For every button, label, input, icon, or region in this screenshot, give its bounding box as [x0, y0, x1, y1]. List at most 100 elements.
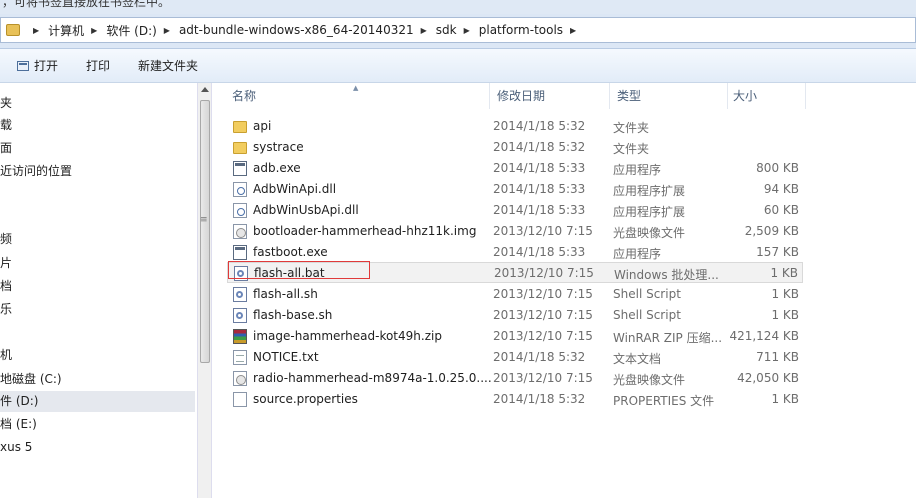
file-name: AdbWinUsbApi.dll	[253, 203, 359, 217]
shell-script-icon	[233, 287, 247, 302]
file-date: 2014/1/18 5:32	[493, 119, 586, 133]
file-type: 应用程序扩展	[613, 184, 686, 198]
breadcrumb-sdk[interactable]: sdk ▶	[436, 23, 479, 37]
file-type: 文件夹	[613, 121, 650, 135]
column-size[interactable]: 大小	[726, 83, 806, 109]
scrollbar-grip-icon: ≡	[200, 215, 208, 225]
nav-item-local-disk-c[interactable]: 地磁盘 (C:)	[0, 369, 195, 390]
file-size: 711 KB	[756, 350, 799, 364]
file-row-bootloader-img[interactable]: bootloader-hammerhead-hhz11k.img 2013/12…	[227, 221, 803, 242]
file-name: flash-all.sh	[253, 287, 318, 301]
chevron-right-icon[interactable]: ▶	[464, 26, 470, 35]
file-row-radio-img[interactable]: radio-hammerhead-m8974a-1.0.25.0.... 201…	[227, 368, 803, 389]
breadcrumb-adt-bundle[interactable]: adt-bundle-windows-x86_64-20140321 ▶	[179, 23, 436, 37]
file-row-adbwinusbapi-dll[interactable]: AdbWinUsbApi.dll 2014/1/18 5:33 应用程序扩展 6…	[227, 200, 803, 221]
command-bar: 打开 打印 新建文件夹	[0, 49, 916, 83]
file-row-image-zip[interactable]: image-hammerhead-kot49h.zip 2013/12/10 7…	[227, 326, 803, 347]
chevron-right-icon[interactable]: ▶	[421, 26, 427, 35]
nav-item-drive-d[interactable]: 件 (D:)	[0, 391, 195, 412]
file-row-fastboot-exe[interactable]: fastboot.exe 2014/1/18 5:33 应用程序 157 KB	[227, 242, 803, 263]
file-type: WinRAR ZIP 压缩...	[613, 331, 723, 345]
bookmark-hint-text: ，可将书签直接放在书签栏中。	[2, 0, 171, 9]
file-name: flash-base.sh	[253, 308, 333, 322]
file-row-systrace[interactable]: systrace 2014/1/18 5:32 文件夹	[227, 137, 803, 158]
file-type: 文本文档	[613, 352, 662, 366]
file-row-adbwinapi-dll[interactable]: AdbWinApi.dll 2014/1/18 5:33 应用程序扩展 94 K…	[227, 179, 803, 200]
highlight-box	[228, 261, 370, 279]
file-date: 2014/1/18 5:33	[493, 161, 586, 175]
file-name: fastboot.exe	[253, 245, 328, 259]
file-size: 60 KB	[763, 203, 799, 217]
disc-image-icon	[233, 371, 247, 386]
file-name: image-hammerhead-kot49h.zip	[253, 329, 442, 343]
file-row-source-properties[interactable]: source.properties 2014/1/18 5:32 PROPERT…	[227, 389, 803, 410]
nav-item-drive-e[interactable]: 档 (E:)	[0, 414, 195, 435]
file-date: 2013/12/10 7:15	[494, 266, 594, 280]
file-name: AdbWinApi.dll	[253, 182, 337, 196]
file-size: 94 KB	[763, 182, 799, 196]
file-row-adb-exe[interactable]: adb.exe 2014/1/18 5:33 应用程序 800 KB	[227, 158, 803, 179]
nav-item-recent-places[interactable]: 近访问的位置	[0, 161, 195, 182]
chevron-right-icon: ▶	[33, 25, 40, 35]
scrollbar-thumb[interactable]	[200, 100, 210, 363]
column-date-modified[interactable]: 修改日期	[490, 83, 610, 109]
file-name: systrace	[253, 140, 304, 154]
nav-item-music[interactable]: 乐	[0, 299, 195, 320]
exe-icon	[233, 161, 247, 176]
file-type: Windows 批处理...	[614, 268, 719, 282]
file-name: radio-hammerhead-m8974a-1.0.25.0....	[253, 371, 492, 385]
nav-item-documents[interactable]: 档	[0, 276, 195, 297]
chevron-right-icon[interactable]: ▶	[91, 26, 97, 35]
nav-item-nexus-5[interactable]: xus 5	[0, 437, 195, 458]
column-type[interactable]: 类型	[610, 83, 728, 109]
file-size: 157 KB	[756, 245, 799, 259]
nav-item-desktop[interactable]: 面	[0, 138, 195, 159]
column-header: 名称 ▲ 修改日期 类型 大小	[212, 83, 916, 109]
file-name: source.properties	[253, 392, 358, 406]
file-date: 2013/12/10 7:15	[493, 329, 593, 343]
file-date: 2014/1/18 5:33	[493, 182, 586, 196]
file-size: 1 KB	[770, 266, 798, 280]
address-bar-area: ▶ 计算机 ▶ 软件 (D:) ▶ adt-bundle-windows-x86_6…	[0, 14, 916, 49]
breadcrumb-platform-tools[interactable]: platform-tools ▶	[479, 23, 585, 37]
open-window-icon	[17, 60, 29, 71]
file-name: NOTICE.txt	[253, 350, 319, 364]
navigation-scrollbar[interactable]: ≡	[197, 83, 212, 498]
file-type: 光盘映像文件	[613, 226, 686, 240]
file-type: 应用程序扩展	[613, 205, 686, 219]
disc-image-icon	[233, 224, 247, 239]
nav-item-pictures[interactable]: 片	[0, 253, 195, 274]
file-size: 1 KB	[771, 392, 799, 406]
file-row-api[interactable]: api 2014/1/18 5:32 文件夹	[227, 116, 803, 137]
file-row-notice-txt[interactable]: NOTICE.txt 2014/1/18 5:32 文本文档 711 KB	[227, 347, 803, 368]
shell-script-icon	[233, 308, 247, 323]
file-date: 2014/1/18 5:32	[493, 392, 586, 406]
scroll-up-icon[interactable]	[201, 87, 209, 92]
nav-item-videos[interactable]: 频	[0, 229, 195, 250]
file-type: 应用程序	[613, 163, 662, 177]
winrar-zip-icon	[233, 329, 247, 344]
file-row-flash-base-sh[interactable]: flash-base.sh 2013/12/10 7:15 Shell Scri…	[227, 305, 803, 326]
file-icon	[233, 392, 247, 407]
file-type: 应用程序	[613, 247, 662, 261]
file-name: api	[253, 119, 272, 133]
folder-icon	[233, 142, 247, 154]
file-size: 42,050 KB	[737, 371, 799, 385]
chevron-right-icon[interactable]: ▶	[164, 26, 170, 35]
exe-icon	[233, 245, 247, 260]
file-row-flash-all-sh[interactable]: flash-all.sh 2013/12/10 7:15 Shell Scrip…	[227, 284, 803, 305]
breadcrumb-computer[interactable]: 计算机 ▶	[48, 22, 106, 39]
folder-icon	[6, 24, 20, 36]
print-button[interactable]: 打印	[77, 49, 119, 82]
breadcrumb-root-arrow[interactable]: ▶	[26, 26, 48, 35]
nav-item-favorites[interactable]: 夹	[0, 93, 195, 114]
chevron-right-icon[interactable]: ▶	[570, 26, 576, 35]
file-type: 光盘映像文件	[613, 373, 686, 387]
nav-item-computer[interactable]: 机	[0, 345, 195, 366]
new-folder-button[interactable]: 新建文件夹	[129, 49, 207, 82]
breadcrumb-drive-d[interactable]: 软件 (D:) ▶	[106, 22, 179, 39]
nav-item-downloads[interactable]: 载	[0, 115, 195, 136]
open-button[interactable]: 打开	[0, 49, 67, 82]
address-bar[interactable]: ▶ 计算机 ▶ 软件 (D:) ▶ adt-bundle-windows-x86_6…	[0, 17, 916, 43]
dll-icon	[233, 203, 247, 218]
